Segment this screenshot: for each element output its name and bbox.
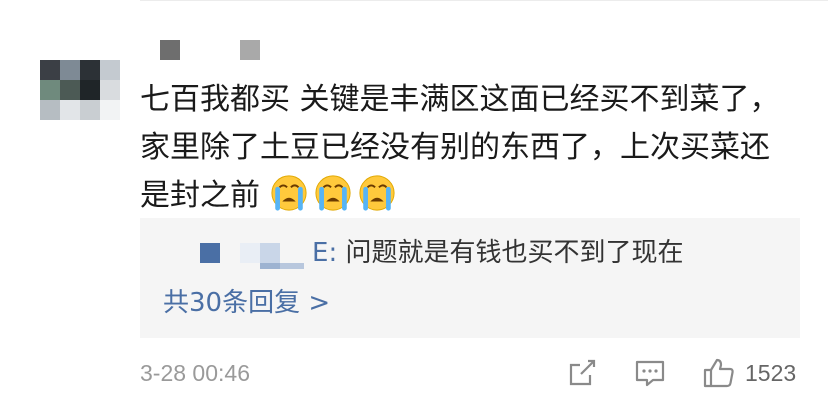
comment-text-line-3-text: 是封之前 — [140, 178, 260, 213]
crying-face-emoji — [358, 175, 395, 211]
share-button[interactable] — [566, 357, 598, 389]
comment-button[interactable] — [634, 357, 666, 389]
share-icon — [569, 359, 596, 386]
reply-line: E: 问题就是有钱也买不到了现在 — [312, 236, 683, 270]
top-divider — [140, 0, 828, 1]
comment-body: 七百我都买 关键是丰满区这面已经买不到菜了， 家里除了土豆已经没有别的东西了，上… — [140, 76, 800, 220]
like-button[interactable] — [702, 357, 736, 389]
reply-text: 问题就是有钱也买不到了现在 — [337, 238, 684, 268]
reply-author-name[interactable]: E — [312, 238, 328, 268]
comment-timestamp: 3-28 00:46 — [140, 360, 250, 386]
like-icon — [703, 358, 734, 388]
reply-author-separator: : — [328, 238, 338, 268]
comment-icon — [635, 360, 665, 387]
view-all-replies-link[interactable]: 共30条回复 > — [163, 286, 330, 320]
comment-text-line-3: 是封之前 — [140, 172, 800, 220]
like-count: 1523 — [745, 360, 797, 386]
crying-face-emoji — [270, 175, 307, 211]
avatar[interactable] — [40, 60, 120, 120]
comment-text-line-1: 七百我都买 关键是丰满区这面已经买不到菜了， — [140, 82, 780, 117]
comment-text-line-2: 家里除了土豆已经没有别的东西了，上次买菜还 — [140, 130, 770, 165]
crying-face-emoji — [314, 175, 351, 211]
